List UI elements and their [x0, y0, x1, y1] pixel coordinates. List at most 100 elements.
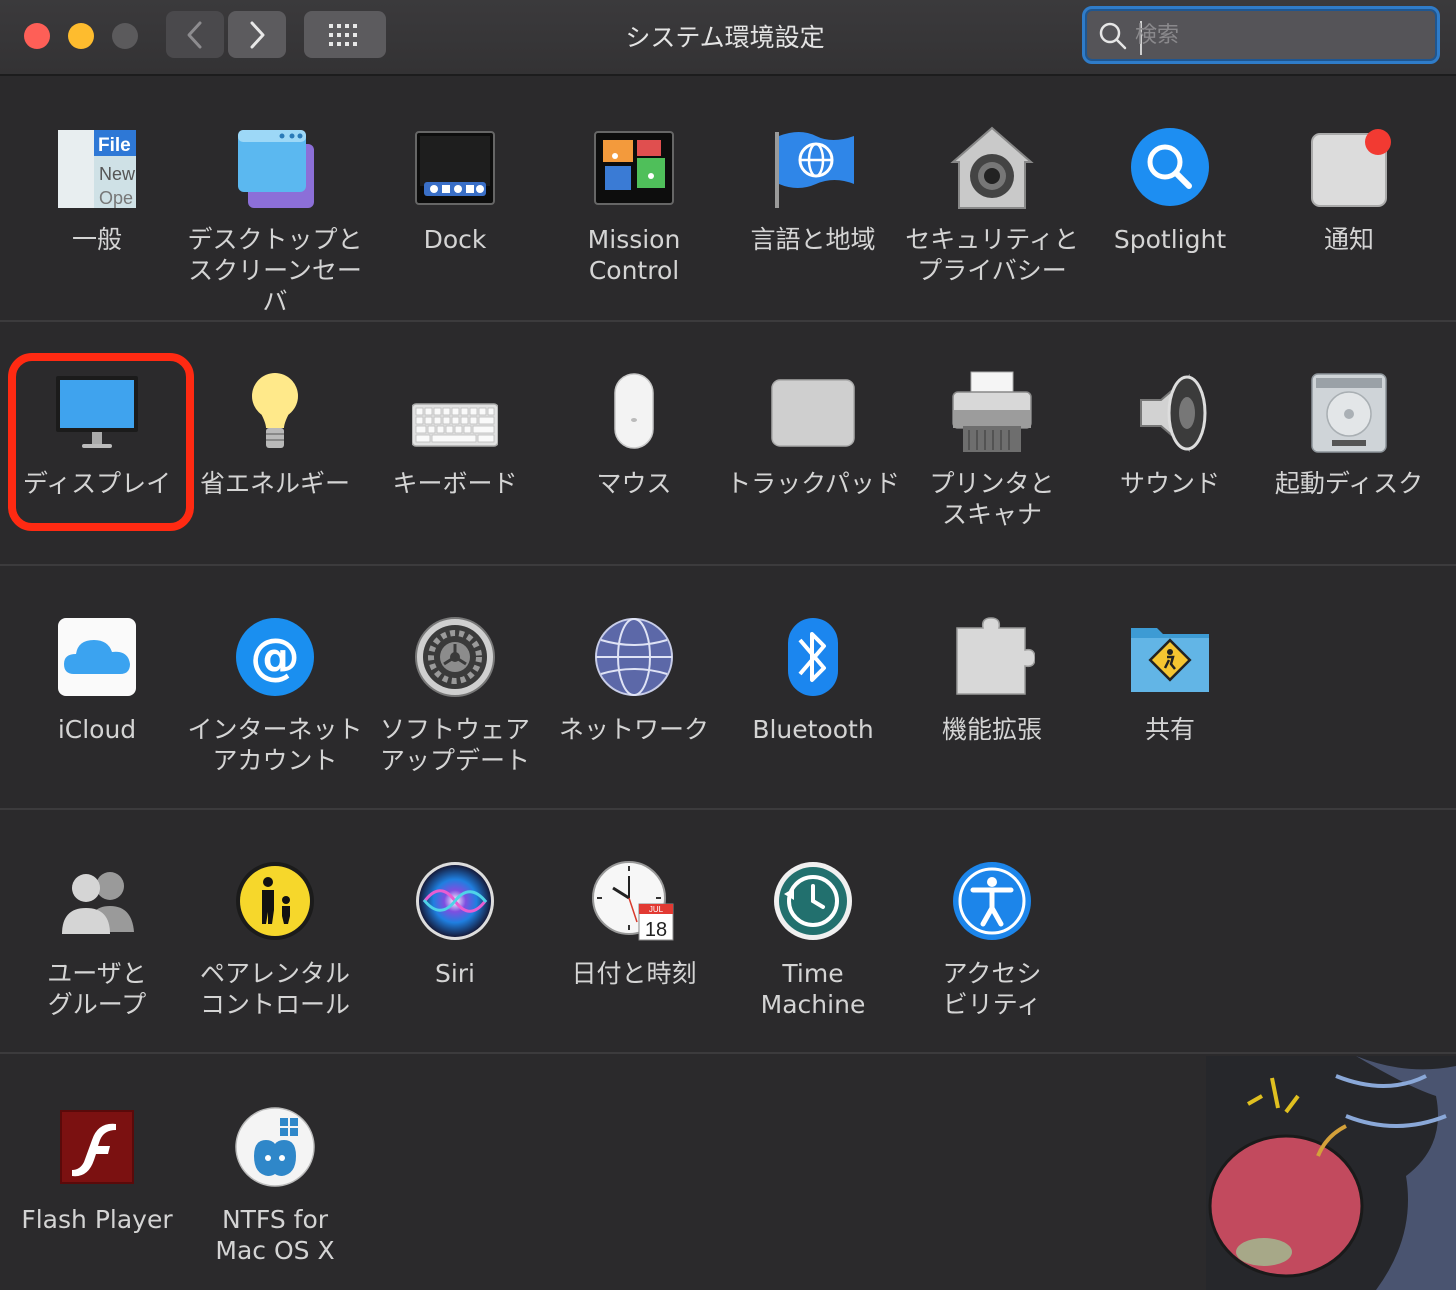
- pref-label: 共有: [1144, 715, 1195, 744]
- search-field[interactable]: [1082, 6, 1440, 64]
- parental-controls-icon: [232, 860, 318, 946]
- pref-spotlight[interactable]: Spotlight: [1081, 126, 1259, 255]
- keyboard-icon: [411, 370, 499, 456]
- pref-label: Mission Control: [587, 225, 681, 285]
- minimize-button[interactable]: [68, 23, 94, 49]
- pref-extensions[interactable]: 機能拡張: [903, 616, 1081, 745]
- pref-icloud[interactable]: iCloud: [8, 616, 186, 745]
- pref-network[interactable]: ネットワーク: [545, 616, 723, 745]
- pref-trackpad[interactable]: トラックパッド: [724, 370, 902, 499]
- pref-label: Dock: [423, 225, 487, 254]
- pref-label: NTFS for Mac OS X: [215, 1205, 335, 1265]
- pref-label: Spotlight: [1113, 225, 1227, 254]
- pref-label: Bluetooth: [752, 715, 874, 744]
- pref-parental-controls[interactable]: ペアレンタル コントロール: [186, 860, 364, 1020]
- pref-label: Flash Player: [21, 1205, 173, 1234]
- pref-startup-disk[interactable]: 起動ディスク: [1260, 370, 1438, 499]
- bluetooth-icon: [770, 616, 856, 702]
- decorative-apple-illustration: [1206, 1056, 1456, 1290]
- zoom-button[interactable]: [112, 23, 138, 49]
- svg-text:Ope: Ope: [99, 188, 133, 208]
- pref-bluetooth[interactable]: Bluetooth: [724, 616, 902, 745]
- siri-icon: [412, 860, 498, 946]
- search-icon: [1099, 22, 1127, 50]
- pref-label: 機能拡張: [941, 715, 1042, 744]
- pref-mission-control[interactable]: Mission Control: [545, 126, 723, 286]
- desktop-screensaver-icon: [232, 126, 318, 212]
- pref-label: キーボード: [392, 469, 518, 498]
- mouse-icon: [591, 370, 677, 456]
- pref-label: 起動ディスク: [1274, 469, 1424, 498]
- preferences-row-1: File New Ope 一般 デスクトップと スクリーンセーバ Dock Mi…: [0, 76, 1456, 322]
- pref-accessibility[interactable]: アクセシ ビリティ: [903, 860, 1081, 1020]
- preferences-row-3: iCloud @ インターネット アカウント ソフトウェア アップデート ネット…: [0, 566, 1456, 810]
- software-update-icon: [412, 616, 498, 702]
- pref-label: セキュリティと プライバシー: [905, 225, 1079, 285]
- pref-internet-accounts[interactable]: @ インターネット アカウント: [186, 616, 364, 776]
- pref-dock[interactable]: Dock: [366, 126, 544, 255]
- pref-label: アクセシ ビリティ: [942, 959, 1042, 1019]
- pref-label: プリンタと スキャナ: [929, 469, 1055, 529]
- svg-text:File: File: [98, 135, 131, 156]
- pref-printers-scanners[interactable]: プリンタと スキャナ: [903, 370, 1081, 530]
- pref-label: 一般: [71, 225, 122, 254]
- grid-icon: [329, 23, 357, 46]
- show-all-button[interactable]: [304, 11, 386, 58]
- pref-software-update[interactable]: ソフトウェア アップデート: [366, 616, 544, 776]
- pref-label: 日付と時刻: [571, 959, 697, 988]
- pref-label: Siri: [434, 959, 476, 988]
- dock-icon: [412, 126, 498, 212]
- search-input[interactable]: [1135, 18, 1425, 52]
- pref-language-region[interactable]: 言語と地域: [724, 126, 902, 255]
- pref-energy-saver[interactable]: 省エネルギー: [186, 370, 364, 499]
- pref-users-groups[interactable]: ユーザと グループ: [8, 860, 186, 1020]
- svg-text:New: New: [99, 164, 136, 184]
- pref-siri[interactable]: Siri: [366, 860, 544, 989]
- date-time-icon: JUL 18: [591, 860, 677, 946]
- pref-label: サウンド: [1119, 469, 1220, 498]
- pref-label: 省エネルギー: [199, 469, 350, 498]
- pref-ntfs[interactable]: NTFS for Mac OS X: [186, 1106, 364, 1266]
- pref-desktop-screensaver[interactable]: デスクトップと スクリーンセーバ: [186, 126, 364, 317]
- notifications-icon: [1306, 126, 1392, 212]
- back-button[interactable]: [166, 11, 224, 58]
- icloud-icon: [54, 616, 140, 702]
- spotlight-icon: [1127, 126, 1213, 212]
- svg-text:JUL: JUL: [649, 905, 664, 914]
- svg-text:18: 18: [645, 919, 667, 941]
- pref-mouse[interactable]: マウス: [545, 370, 723, 499]
- pref-general[interactable]: File New Ope 一般: [8, 126, 186, 255]
- preferences-row-4: ユーザと グループ ペアレンタル コントロール Siri JUL 18 日付と時…: [0, 810, 1456, 1054]
- pref-label: 通知: [1323, 225, 1374, 254]
- pref-sound[interactable]: サウンド: [1081, 370, 1259, 499]
- ntfs-icon: [232, 1106, 318, 1192]
- pref-label: Time Machine: [760, 959, 866, 1019]
- pref-sharing[interactable]: 共有: [1081, 616, 1259, 745]
- pref-keyboard[interactable]: キーボード: [366, 370, 544, 499]
- pref-flash-player[interactable]: Flash Player: [8, 1106, 186, 1235]
- close-button[interactable]: [24, 23, 50, 49]
- forward-button[interactable]: [228, 11, 286, 58]
- mission-control-icon: [591, 126, 677, 212]
- chevron-left-icon: [187, 21, 202, 48]
- chevron-right-icon: [250, 21, 265, 48]
- preferences-row-2: ディスプレイ 省エネルギー キーボード マウス トラックパッド プリンタと スキ…: [0, 322, 1456, 566]
- pref-label: ネットワーク: [558, 715, 709, 744]
- printer-scanner-icon: [949, 370, 1035, 456]
- pref-date-time[interactable]: JUL 18 日付と時刻: [545, 860, 723, 989]
- pref-notifications[interactable]: 通知: [1260, 126, 1438, 255]
- pref-label: マウス: [596, 469, 672, 498]
- pref-time-machine[interactable]: Time Machine: [724, 860, 902, 1020]
- network-icon: [591, 616, 677, 702]
- svg-text:@: @: [250, 628, 300, 686]
- pref-label: ペアレンタル コントロール: [199, 959, 350, 1019]
- general-icon: File New Ope: [54, 126, 140, 212]
- startup-disk-icon: [1306, 370, 1392, 456]
- accessibility-icon: [949, 860, 1035, 946]
- pref-security-privacy[interactable]: セキュリティと プライバシー: [903, 126, 1081, 286]
- time-machine-icon: [770, 860, 856, 946]
- security-privacy-icon: [949, 126, 1035, 212]
- energy-saver-icon: [232, 370, 318, 456]
- extensions-icon: [949, 616, 1036, 702]
- internet-accounts-icon: @: [232, 616, 318, 702]
